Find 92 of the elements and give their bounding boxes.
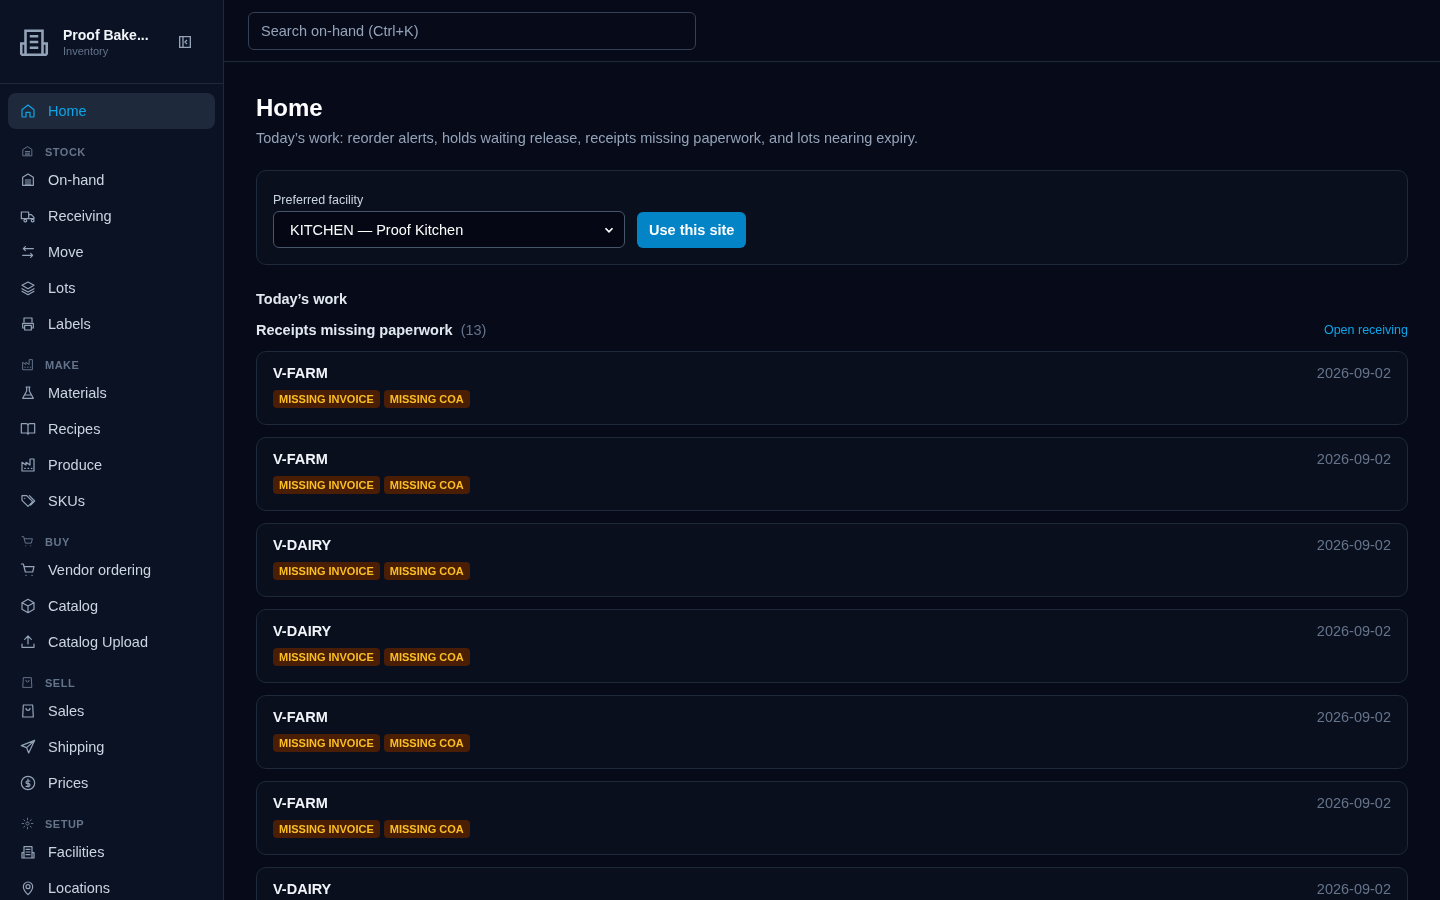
nav-item[interactable]: Receiving xyxy=(8,198,215,234)
nav-item[interactable]: Locations xyxy=(8,870,215,900)
list-title: Receipts missing paperwork xyxy=(256,322,453,338)
status-tag: MISSING COA xyxy=(383,476,470,494)
cart-icon xyxy=(21,535,34,548)
upload-icon xyxy=(20,634,36,650)
status-tag: MISSING INVOICE xyxy=(273,648,380,666)
receipt-card[interactable]: V-DAIRY 2026-09-02 MISSING INVOICE MISSING COA xyxy=(256,523,1408,597)
bag-icon xyxy=(21,676,34,689)
nav-item[interactable]: Lots xyxy=(8,270,215,306)
status-tag: MISSING COA xyxy=(383,734,470,752)
pin-icon xyxy=(20,880,36,896)
receipt-card[interactable]: V-FARM 2026-09-02 MISSING INVOICE MISSING COA xyxy=(256,437,1408,511)
receipt-card[interactable]: V-DAIRY 2026-09-02 MISSING INVOICE MISSING COA xyxy=(256,609,1408,683)
bag-icon xyxy=(20,703,36,719)
item-count: (13) xyxy=(460,322,487,338)
printer-icon xyxy=(20,316,36,332)
vendor-name: V-FARM xyxy=(273,365,328,381)
receipt-card[interactable]: V-FARM 2026-09-02 MISSING INVOICE MISSING COA xyxy=(256,695,1408,769)
settings-icon xyxy=(21,817,34,830)
layers-icon xyxy=(20,280,36,296)
search-field[interactable]: Search on-hand (Ctrl+K) xyxy=(248,11,696,50)
nav-item[interactable]: Catalog xyxy=(8,588,215,624)
status-tag: MISSING COA xyxy=(383,820,470,838)
receipt-card[interactable]: V-DAIRY 2026-09-02 xyxy=(256,867,1408,900)
arrows-icon xyxy=(20,244,36,260)
receipt-date: 2026-09-02 xyxy=(1316,623,1391,639)
nav-item[interactable]: Move xyxy=(8,234,215,270)
archive-icon xyxy=(21,145,34,158)
vendor-name: V-FARM xyxy=(273,795,328,811)
home-icon xyxy=(20,103,36,119)
receipt-date: 2026-09-02 xyxy=(1316,537,1391,553)
nav-item[interactable]: On-hand xyxy=(8,162,215,198)
book-icon xyxy=(20,421,36,437)
status-tag: MISSING INVOICE xyxy=(273,562,380,580)
section-heading: SELL xyxy=(45,676,76,689)
status-tag: MISSING INVOICE xyxy=(273,820,380,838)
vendor-name: V-FARM xyxy=(273,451,328,467)
receipt-card[interactable]: V-FARM 2026-09-02 MISSING INVOICE MISSING COA xyxy=(256,351,1408,425)
nav-item[interactable]: Materials xyxy=(8,375,215,411)
dollar-icon xyxy=(20,775,36,791)
app-name: Proof Bake... xyxy=(63,26,150,43)
status-tag: MISSING COA xyxy=(383,562,470,580)
open-receiving-link[interactable]: Open receiving xyxy=(1323,323,1408,337)
factory-icon xyxy=(21,358,34,371)
nav-item[interactable]: Prices xyxy=(8,765,215,801)
nav-item[interactable]: Shipping xyxy=(8,729,215,765)
nav-item[interactable]: Sales xyxy=(8,693,215,729)
factory-icon xyxy=(20,457,36,473)
nav-item[interactable]: SKUs xyxy=(8,483,215,519)
vendor-name: V-FARM xyxy=(273,709,328,725)
section-heading: BUY xyxy=(45,535,70,548)
facility-select[interactable]: KITCHEN — Proof Kitchen xyxy=(273,211,625,248)
building-icon xyxy=(20,844,36,860)
vendor-name: V-DAIRY xyxy=(273,881,332,897)
box-icon xyxy=(20,598,36,614)
status-tag: MISSING INVOICE xyxy=(273,734,380,752)
nav-item[interactable]: Home xyxy=(8,93,215,129)
receipt-date: 2026-09-02 xyxy=(1316,451,1391,467)
status-tag: MISSING COA xyxy=(383,390,470,408)
nav-item[interactable]: Catalog Upload xyxy=(8,624,215,660)
status-tag: MISSING COA xyxy=(383,648,470,666)
status-tag: MISSING INVOICE xyxy=(273,476,380,494)
cart-icon xyxy=(20,562,36,578)
nav-item[interactable]: Vendor ordering xyxy=(8,552,215,588)
send-icon xyxy=(20,739,36,755)
flask-icon xyxy=(20,385,36,401)
section-title: Today’s work xyxy=(256,291,349,307)
page-title: Home xyxy=(256,94,324,122)
tag-icon xyxy=(20,493,36,509)
vendor-name: V-DAIRY xyxy=(273,623,332,639)
app-subtitle: Inventory xyxy=(63,44,110,57)
use-site-button[interactable]: Use this site xyxy=(637,211,747,248)
section-heading: STOCK xyxy=(45,145,86,158)
collapse-sidebar-icon[interactable] xyxy=(177,33,193,50)
status-tag: MISSING INVOICE xyxy=(273,390,380,408)
section-heading: MAKE xyxy=(45,358,80,371)
nav-item[interactable]: Produce xyxy=(8,447,215,483)
receipt-date: 2026-09-02 xyxy=(1316,881,1391,897)
receipt-card[interactable]: V-FARM 2026-09-02 MISSING INVOICE MISSING COA xyxy=(256,781,1408,855)
vendor-name: V-DAIRY xyxy=(273,537,332,553)
page-description: Today’s work: reorder alerts, holds waiting release, receipts missing paperwork, and lots nearing expiry. xyxy=(256,130,919,146)
receipt-date: 2026-09-02 xyxy=(1316,795,1391,811)
receipt-date: 2026-09-02 xyxy=(1316,709,1391,725)
nav-item[interactable]: Recipes xyxy=(8,411,215,447)
receipt-date: 2026-09-02 xyxy=(1316,365,1391,381)
section-heading: SETUP xyxy=(45,817,85,830)
truck-icon xyxy=(20,208,36,224)
nav-item[interactable]: Labels xyxy=(8,306,215,342)
archive-icon xyxy=(20,172,36,188)
field-label: Preferred facility xyxy=(273,193,365,207)
nav-item[interactable]: Facilities xyxy=(8,834,215,870)
